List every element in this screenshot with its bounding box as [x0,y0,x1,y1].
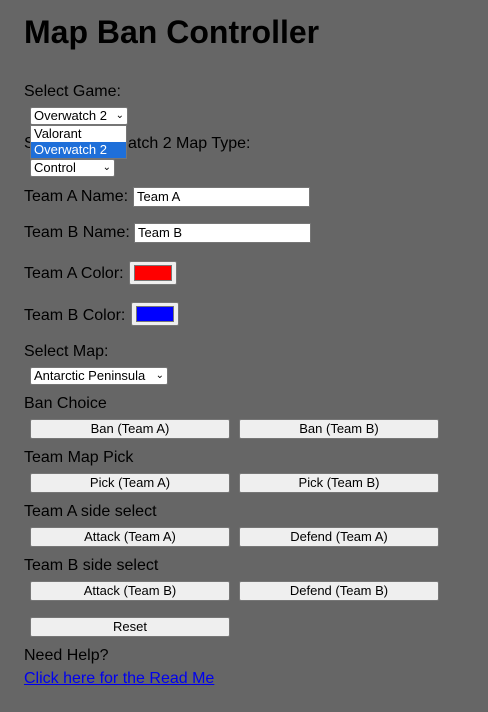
page-title: Map Ban Controller [24,14,320,50]
chevron-down-icon: ⌄ [115,110,124,121]
chevron-down-icon: ⌄ [155,370,164,381]
team-a-name-input[interactable]: Team A [133,187,310,207]
game-dropdown-list[interactable]: Valorant Overwatch 2 [30,125,127,159]
team-b-name-input[interactable]: Team B [134,223,311,243]
team-a-color-picker[interactable] [129,261,177,285]
game-select-value: Overwatch 2 [34,108,107,123]
defend-team-b-button[interactable]: Defend (Team B) [239,581,439,601]
game-select[interactable]: Overwatch 2 ⌄ [30,107,128,125]
team-b-side-heading: Team B side select [24,557,159,574]
map-type-value: Control [34,160,76,175]
game-option-valorant[interactable]: Valorant [31,126,126,142]
reset-button[interactable]: Reset [30,617,230,637]
chevron-down-icon: ⌄ [102,162,111,173]
ban-team-a-button[interactable]: Ban (Team A) [30,419,230,439]
map-select-value: Antarctic Peninsula [34,368,146,383]
attack-team-b-button[interactable]: Attack (Team B) [30,581,230,601]
game-option-overwatch-2[interactable]: Overwatch 2 [31,142,126,158]
pick-team-b-button[interactable]: Pick (Team B) [239,473,439,493]
team-b-name-label: Team B Name: [24,224,130,241]
team-a-name-label: Team A Name: [24,188,129,205]
team-b-color-picker[interactable] [131,302,179,326]
attack-team-a-button[interactable]: Attack (Team A) [30,527,230,547]
team-map-pick-heading: Team Map Pick [24,449,134,466]
readme-link[interactable]: Click here for the Read Me [24,670,214,688]
team-a-color-fill [134,265,172,281]
map-select[interactable]: Antarctic Peninsula ⌄ [30,367,168,385]
team-b-color-label: Team B Color: [24,307,126,324]
team-a-side-heading: Team A side select [24,503,157,520]
need-help-label: Need Help? [24,647,109,664]
map-type-label-tail: atch 2 Map Type: [128,135,251,152]
pick-team-a-button[interactable]: Pick (Team A) [30,473,230,493]
defend-team-a-button[interactable]: Defend (Team A) [239,527,439,547]
map-type-select[interactable]: Control ⌄ [30,159,115,177]
team-b-color-fill [136,306,174,322]
ban-team-b-button[interactable]: Ban (Team B) [239,419,439,439]
ban-choice-heading: Ban Choice [24,395,107,412]
select-game-label: Select Game: [24,83,121,100]
select-map-label: Select Map: [24,343,109,360]
team-a-color-label: Team A Color: [24,265,124,282]
